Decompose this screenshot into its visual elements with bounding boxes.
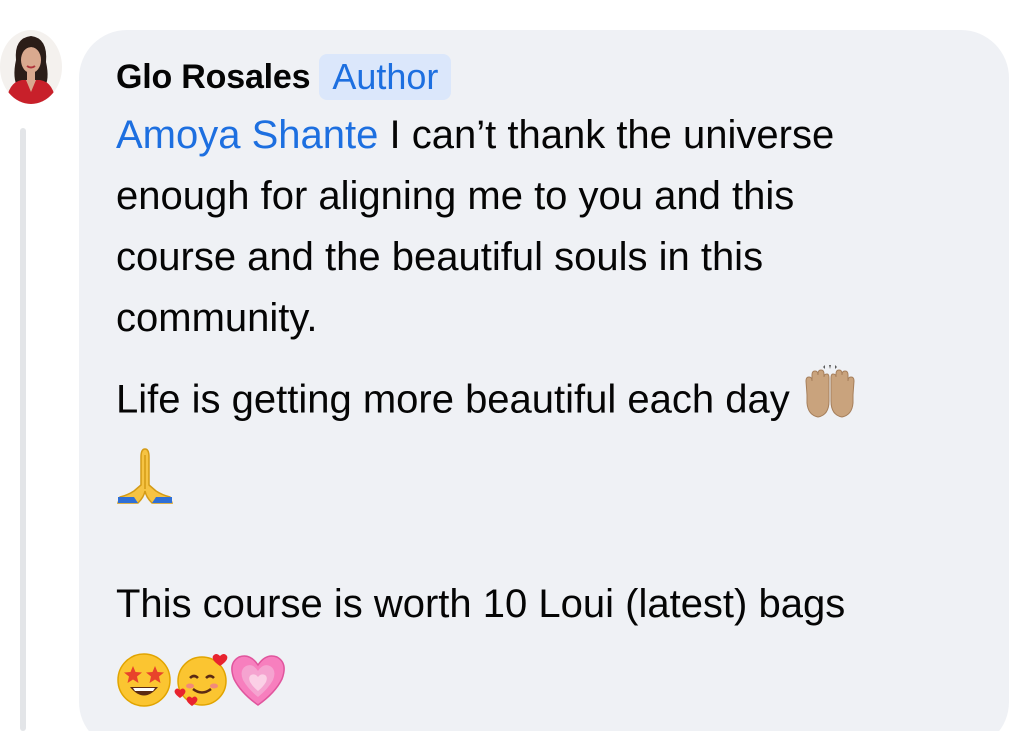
growing-heart-icon [230, 653, 286, 725]
author-name[interactable]: Glo Rosales [116, 58, 311, 97]
comment-line-5: Life is getting more beautiful each day [116, 365, 859, 439]
comment-line-3: course and the beautiful souls in this [116, 235, 764, 279]
avatar[interactable] [0, 30, 62, 104]
comment-text: I can’t thank the universe [389, 113, 835, 157]
author-badge: Author [319, 54, 452, 100]
raised-hands-icon [801, 365, 859, 439]
comment-line-8 [116, 652, 286, 714]
comment-line-6 [116, 445, 174, 523]
smiling-face-with-hearts-icon [172, 652, 230, 726]
comment-line-2: enough for aligning me to you and this [116, 174, 795, 218]
comment-line-1: Amoya Shante I can’t thank the universe [116, 105, 834, 166]
thread-line [20, 128, 26, 731]
comment-text: Life is getting more beautiful each day [116, 377, 790, 422]
folded-hands-icon [116, 445, 174, 523]
comment-line-7: This course is worth 10 Loui (latest) ba… [116, 582, 846, 626]
star-struck-icon [116, 652, 172, 726]
comment-line-4: community. [116, 296, 318, 340]
comment-header: Glo Rosales Author [116, 54, 452, 100]
mention-link[interactable]: Amoya Shante [116, 113, 378, 157]
